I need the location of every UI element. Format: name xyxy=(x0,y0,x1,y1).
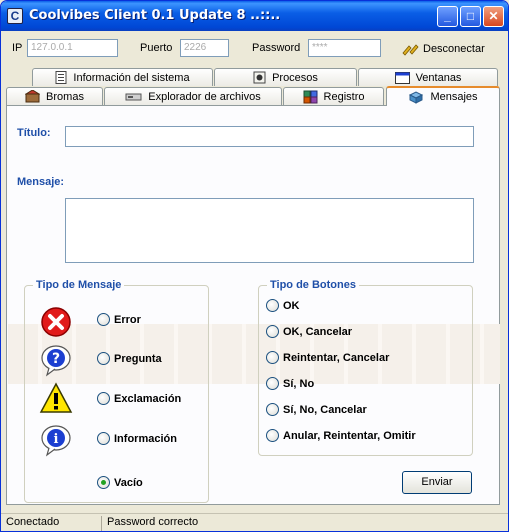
radio-circle[interactable] xyxy=(266,429,279,442)
tab-windows[interactable]: Ventanas xyxy=(358,68,498,86)
radio-label: OK xyxy=(283,299,300,312)
ip-field[interactable]: 127.0.0.1 xyxy=(27,39,118,57)
tab-label: Mensajes xyxy=(430,91,478,103)
radio-label: OK, Cancelar xyxy=(283,325,353,338)
pranks-icon xyxy=(25,90,41,103)
radio-circle[interactable] xyxy=(97,476,110,489)
radio-circle[interactable] xyxy=(266,351,279,364)
information-icon: i xyxy=(41,425,71,457)
title-input[interactable] xyxy=(65,126,474,147)
port-label: Puerto xyxy=(140,42,173,54)
window-title: Coolvibes Client 0.1 Update 8 ..::.. xyxy=(29,8,281,23)
maximize-button[interactable]: □ xyxy=(460,6,481,27)
system-info-icon xyxy=(55,71,67,84)
title-bar[interactable]: C Coolvibes Client 0.1 Update 8 ..::.. _… xyxy=(1,1,508,31)
tab-system-info[interactable]: Información del sistema xyxy=(32,68,213,86)
tab-label: Información del sistema xyxy=(73,71,190,84)
button-type-group: Tipo de Botones OK OK, Cancelar Reintent… xyxy=(258,279,473,456)
radio-exclamation[interactable]: Exclamación xyxy=(97,392,181,405)
disconnect-icon xyxy=(402,44,419,56)
port-field[interactable]: 2226 xyxy=(180,39,229,57)
close-icon: ✕ xyxy=(488,9,499,23)
tab-registry[interactable]: Registro xyxy=(283,87,384,105)
tab-processes[interactable]: Procesos xyxy=(214,68,357,86)
radio-label: Información xyxy=(114,432,177,445)
radio-circle[interactable] xyxy=(97,352,110,365)
radio-ok-cancel[interactable]: OK, Cancelar xyxy=(266,325,352,338)
disconnect-label: Desconectar xyxy=(423,43,485,55)
svg-text:?: ? xyxy=(52,351,60,367)
status-bar: Conectado Password correcto xyxy=(1,513,508,531)
title-label: Título: xyxy=(17,127,51,139)
tab-label: Procesos xyxy=(272,71,318,84)
messages-panel: Título: Mensaje: Tipo de Mensaje Error ? xyxy=(6,105,500,505)
radio-circle[interactable] xyxy=(266,377,279,390)
ip-label: IP xyxy=(12,42,23,54)
radio-circle[interactable] xyxy=(266,299,279,312)
send-button[interactable]: Enviar xyxy=(402,471,472,494)
radio-circle[interactable] xyxy=(266,325,279,338)
message-label: Mensaje: xyxy=(17,176,65,188)
status-password: Password correcto xyxy=(107,516,199,528)
svg-text:i: i xyxy=(54,432,59,447)
message-type-group: Tipo de Mensaje Error ? Pregunta Exclama… xyxy=(24,279,209,503)
radio-label: Vacío xyxy=(114,476,143,489)
radio-label: Reintentar, Cancelar xyxy=(283,351,390,364)
button-type-title: Tipo de Botones xyxy=(267,279,359,291)
radio-empty[interactable]: Vacío xyxy=(97,476,143,489)
processes-icon xyxy=(253,71,266,84)
tab-label: Bromas xyxy=(46,90,84,103)
radio-information[interactable]: Información xyxy=(97,432,177,445)
radio-label: Sí, No, Cancelar xyxy=(283,403,367,416)
radio-circle[interactable] xyxy=(97,313,110,326)
minimize-button[interactable]: _ xyxy=(437,6,458,27)
messages-icon xyxy=(409,91,424,104)
radio-yes-no[interactable]: Sí, No xyxy=(266,377,314,390)
status-connection: Conectado xyxy=(3,516,102,531)
registry-icon xyxy=(303,90,318,103)
maximize-icon: □ xyxy=(466,9,475,23)
windows-icon xyxy=(394,71,410,84)
exclamation-icon xyxy=(39,382,73,413)
tab-file-explorer[interactable]: Explorador de archivos xyxy=(104,87,282,105)
radio-circle[interactable] xyxy=(97,432,110,445)
radio-label: Pregunta xyxy=(114,352,162,365)
radio-circle[interactable] xyxy=(266,403,279,416)
radio-label: Anular, Reintentar, Omitir xyxy=(283,429,416,442)
password-label: Password xyxy=(252,42,301,54)
tab-label: Explorador de archivos xyxy=(148,90,261,103)
app-window: C Coolvibes Client 0.1 Update 8 ..::.. _… xyxy=(0,0,509,532)
radio-ok[interactable]: OK xyxy=(266,299,300,312)
radio-circle[interactable] xyxy=(97,392,110,405)
question-icon: ? xyxy=(41,345,71,377)
minimize-icon: _ xyxy=(444,9,451,23)
message-textarea[interactable] xyxy=(65,198,474,263)
radio-error[interactable]: Error xyxy=(97,313,141,326)
radio-abort-retry-ignore[interactable]: Anular, Reintentar, Omitir xyxy=(266,429,416,442)
app-icon: C xyxy=(7,8,23,24)
tab-label: Registro xyxy=(323,90,365,103)
password-field[interactable]: **** xyxy=(308,39,381,57)
radio-label: Exclamación xyxy=(114,392,182,405)
tab-pranks[interactable]: Bromas xyxy=(6,87,103,105)
radio-label: Sí, No xyxy=(283,377,315,390)
close-button[interactable]: ✕ xyxy=(483,6,504,27)
radio-yes-no-cancel[interactable]: Sí, No, Cancelar xyxy=(266,403,367,416)
disconnect-button[interactable]: Desconectar xyxy=(401,39,485,59)
radio-question[interactable]: Pregunta xyxy=(97,352,162,365)
radio-label: Error xyxy=(114,313,141,326)
message-type-title: Tipo de Mensaje xyxy=(33,279,125,291)
file-explorer-icon xyxy=(125,93,142,101)
tab-label: Ventanas xyxy=(415,71,462,84)
error-icon xyxy=(41,307,71,337)
tab-messages[interactable]: Mensajes xyxy=(386,86,500,106)
radio-retry-cancel[interactable]: Reintentar, Cancelar xyxy=(266,351,389,364)
